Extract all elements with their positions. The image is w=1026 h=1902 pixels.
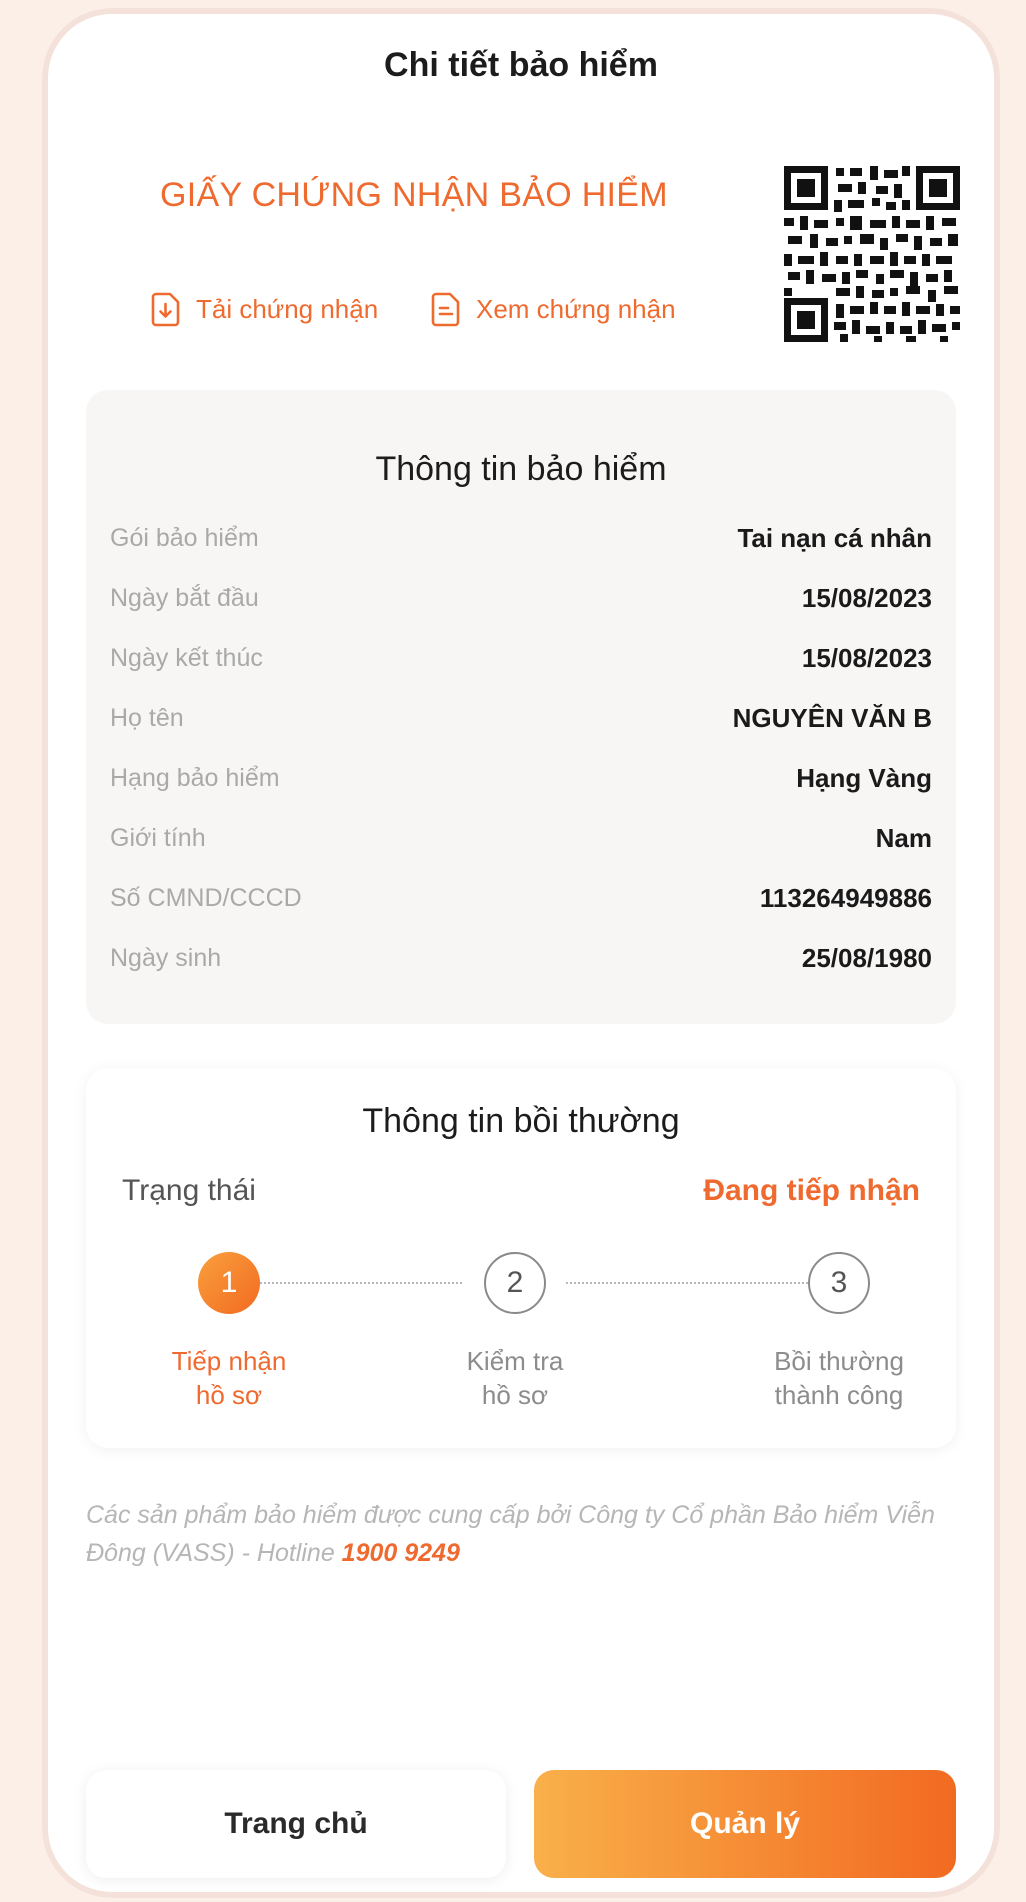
step-connector bbox=[566, 1282, 824, 1284]
hotline-link[interactable]: 1900 9249 bbox=[342, 1539, 460, 1567]
info-label: Gói bảo hiểm bbox=[110, 523, 259, 552]
step-1-label-line1: Tiếp nhận bbox=[171, 1346, 287, 1376]
info-value: Hạng Vàng bbox=[796, 762, 932, 793]
info-value: Tai nạn cá nhân bbox=[737, 522, 932, 553]
step-3-label: Bồi thường thành công bbox=[739, 1344, 939, 1412]
manage-button[interactable]: Quản lý bbox=[534, 1770, 956, 1878]
insurance-info-card: Thông tin bảo hiểm Gói bảo hiểm Tai nạn … bbox=[86, 390, 956, 1024]
step-3-label-line1: Bồi thường bbox=[774, 1346, 904, 1376]
step-2-label-line1: Kiểm tra bbox=[466, 1346, 564, 1376]
step-2-circle: 2 bbox=[484, 1252, 546, 1314]
provider-footnote: Các sản phẩm bảo hiểm được cung cấp bởi … bbox=[86, 1496, 960, 1572]
footnote-text: Các sản phẩm bảo hiểm được cung cấp bởi … bbox=[86, 1501, 935, 1567]
claim-info-card: Thông tin bồi thường Trạng thái Đang tiế… bbox=[86, 1068, 956, 1448]
info-value: NGUYÊN VĂN B bbox=[732, 702, 932, 733]
insurance-info-title: Thông tin bảo hiểm bbox=[375, 450, 667, 488]
document-icon bbox=[431, 292, 460, 327]
step-1-circle: 1 bbox=[198, 1252, 260, 1314]
info-row: Gói bảo hiểm Tai nạn cá nhân bbox=[110, 518, 932, 558]
info-row: Ngày sinh 25/08/1980 bbox=[110, 938, 932, 978]
info-label: Ngày bắt đầu bbox=[110, 583, 259, 612]
info-value: 15/08/2023 bbox=[801, 642, 932, 673]
info-label: Ngày kết thúc bbox=[110, 643, 263, 672]
info-label: Họ tên bbox=[110, 703, 184, 732]
status-label: Trạng thái bbox=[122, 1174, 256, 1207]
info-label: Hạng bảo hiểm bbox=[110, 763, 280, 792]
page-title: Chi tiết bảo hiểm bbox=[384, 46, 658, 84]
step-3-circle: 3 bbox=[808, 1252, 870, 1314]
home-button[interactable]: Trang chủ bbox=[86, 1770, 506, 1878]
info-value: 113264949886 bbox=[759, 882, 932, 913]
step-3-label-line2: thành công bbox=[774, 1380, 904, 1410]
phone-screen: Chi tiết bảo hiểm GIẤY CHỨNG NHẬN BẢO HI… bbox=[42, 8, 1000, 1898]
download-certificate-label: Tải chứng nhận bbox=[196, 293, 379, 324]
download-file-icon bbox=[151, 292, 180, 327]
step-1-label-line2: hồ sơ bbox=[195, 1380, 263, 1410]
info-row: Hạng bảo hiểm Hạng Vàng bbox=[110, 758, 932, 798]
step-1-label: Tiếp nhận hồ sơ bbox=[129, 1344, 329, 1412]
view-certificate-button[interactable]: Xem chứng nhận bbox=[430, 291, 676, 327]
view-certificate-label: Xem chứng nhận bbox=[476, 293, 676, 324]
step-connector bbox=[232, 1282, 462, 1284]
step-2-label: Kiểm tra hồ sơ bbox=[415, 1344, 615, 1412]
download-certificate-button[interactable]: Tải chứng nhận bbox=[150, 291, 378, 327]
info-row: Họ tên NGUYÊN VĂN B bbox=[110, 698, 932, 738]
info-label: Giới tính bbox=[110, 823, 206, 852]
info-label: Số CMND/CCCD bbox=[110, 883, 302, 912]
qr-code bbox=[784, 166, 960, 342]
certificate-title: GIẤY CHỨNG NHẬN BẢO HIỂM bbox=[160, 176, 668, 214]
info-value: 15/08/2023 bbox=[801, 582, 932, 613]
info-row: Giới tính Nam bbox=[110, 818, 932, 858]
step-2-label-line2: hồ sơ bbox=[481, 1380, 549, 1410]
info-value: Nam bbox=[875, 822, 932, 853]
info-value: 25/08/1980 bbox=[801, 942, 932, 973]
claim-info-title: Thông tin bồi thường bbox=[362, 1102, 680, 1140]
info-label: Ngày sinh bbox=[110, 943, 222, 972]
info-row: Ngày bắt đầu 15/08/2023 bbox=[110, 578, 932, 618]
status-badge: Đang tiếp nhận bbox=[703, 1174, 920, 1207]
info-row: Ngày kết thúc 15/08/2023 bbox=[110, 638, 932, 678]
info-row: Số CMND/CCCD 113264949886 bbox=[110, 878, 932, 918]
